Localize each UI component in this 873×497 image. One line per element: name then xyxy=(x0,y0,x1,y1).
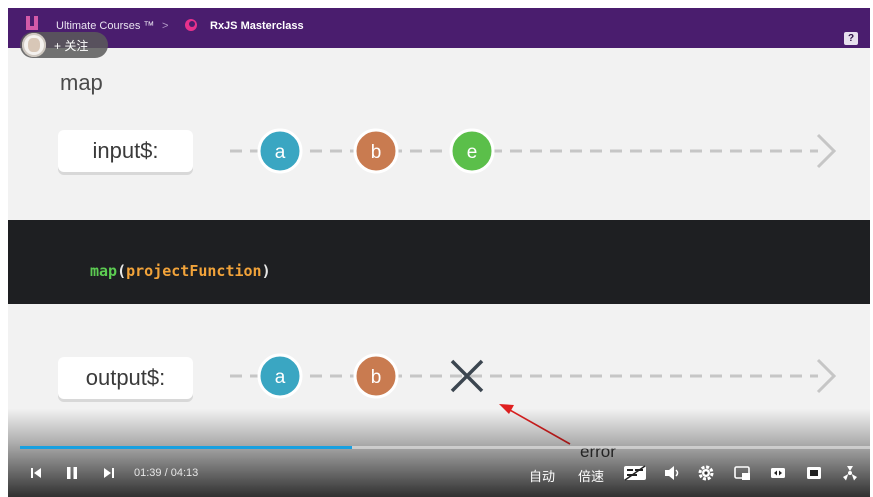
time-total: 04:13 xyxy=(170,467,199,479)
input-marble-e: e xyxy=(449,128,495,174)
time-separator: / xyxy=(164,467,168,479)
speed-button[interactable]: 倍速 xyxy=(578,466,604,485)
output-timeline-arrowhead xyxy=(816,358,837,394)
output-marble-b: b xyxy=(353,353,399,399)
time-display: 01:39 / 04:13 xyxy=(134,467,198,479)
input-timeline-arrowhead xyxy=(816,133,837,169)
output-marble-label: b xyxy=(371,367,382,388)
mini-player-icon[interactable] xyxy=(734,465,750,481)
input-marble-label: e xyxy=(467,142,478,163)
progress-fill xyxy=(20,446,352,449)
video-frame[interactable]: Ultimate Courses ™ > RxJS Masterclass ? … xyxy=(8,8,870,497)
progress-bar[interactable] xyxy=(20,446,870,449)
input-marble-b: b xyxy=(353,128,399,174)
output-marble-a: a xyxy=(257,353,303,399)
output-marble-label: a xyxy=(275,367,286,388)
player-controls: 01:39 / 04:13 自动 倍速 xyxy=(8,408,870,497)
code-close-paren: ) xyxy=(261,262,271,280)
widescreen-icon[interactable] xyxy=(770,465,786,481)
web-fullscreen-icon[interactable] xyxy=(806,465,822,481)
code-argument: projectFunction xyxy=(126,262,262,280)
pause-icon[interactable] xyxy=(66,467,78,479)
input-marble-a: a xyxy=(257,128,303,174)
code-function-name: map xyxy=(90,262,118,280)
time-current: 01:39 xyxy=(134,467,162,479)
next-icon[interactable] xyxy=(103,467,115,479)
previous-icon[interactable] xyxy=(30,467,42,479)
autoplay-toggle[interactable]: 自动 xyxy=(529,466,555,485)
settings-gear-icon[interactable] xyxy=(698,465,714,481)
volume-icon[interactable] xyxy=(664,465,680,481)
input-marble-label: a xyxy=(275,142,286,163)
danmaku-toggle-icon[interactable] xyxy=(623,465,647,481)
video-player[interactable]: Ultimate Courses ™ > RxJS Masterclass ? … xyxy=(0,0,873,497)
code-panel: map(projectFunction) xyxy=(8,220,870,304)
fullscreen-icon[interactable] xyxy=(842,465,858,481)
code-open-paren: ( xyxy=(117,262,127,280)
code-line: map(projectFunction) xyxy=(90,262,271,280)
input-marble-label: b xyxy=(371,142,382,163)
